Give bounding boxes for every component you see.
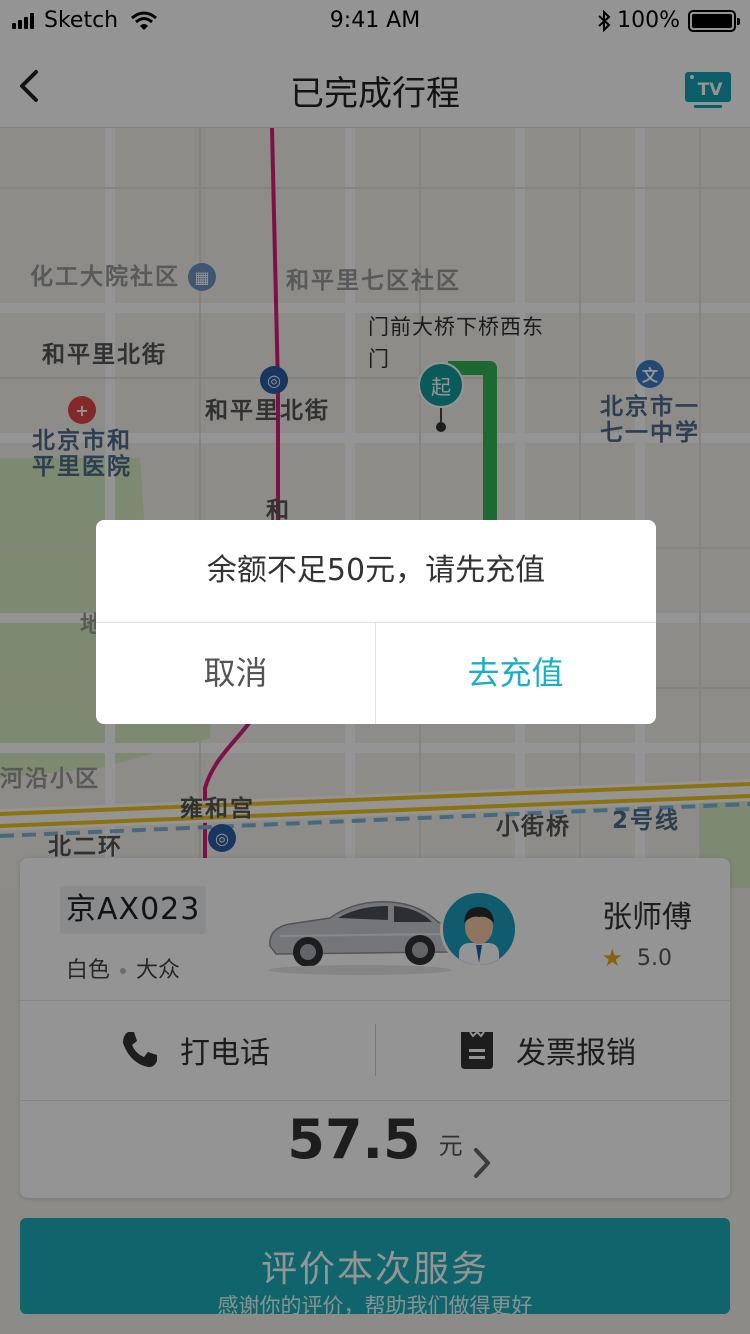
recharge-button[interactable]: 去充值 xyxy=(376,623,655,724)
cancel-button[interactable]: 取消 xyxy=(96,623,375,724)
dialog-message: 余额不足50元，请先充值 xyxy=(206,553,546,588)
insufficient-balance-dialog: 余额不足50元，请先充值 取消 去充值 xyxy=(96,520,656,724)
